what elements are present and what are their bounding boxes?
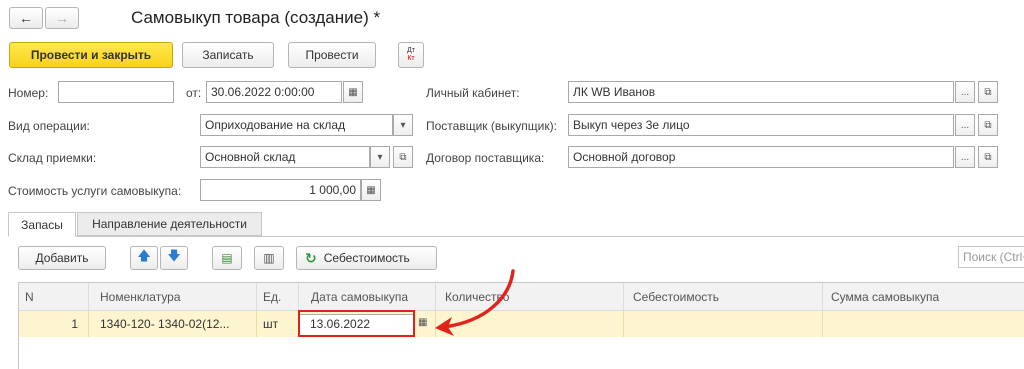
barcode-button[interactable]: ▥ [254,246,284,270]
cost-button[interactable]: ↻ Себестоимость [296,246,437,270]
supplier-open-button[interactable]: ⧉ [978,114,998,136]
operation-dropdown-button[interactable]: ▾ [393,114,413,136]
cell-n: 1 [19,311,89,337]
operation-select[interactable]: Оприходование на склад [200,114,393,136]
cell-sum[interactable] [823,311,1024,337]
cell-cost[interactable] [624,311,823,337]
kt-label: Кт [407,55,415,62]
back-button[interactable]: ← [9,7,43,29]
cabinet-label: Личный кабинет: [426,86,520,100]
post-and-close-button[interactable]: Провести и закрыть [9,42,173,68]
cell-unit[interactable]: шт [257,311,299,337]
forward-button[interactable]: → [45,7,79,29]
supplier-select-button[interactable]: ... [955,114,975,136]
col-header-item[interactable]: Номенклатура [89,283,257,310]
arrow-up-icon: 🡅 [137,248,151,263]
table-fill-icon: ▤ [221,251,233,265]
cost-calculator-button[interactable]: ▦ [361,179,381,201]
annotation-arrow [435,269,515,336]
warehouse-label: Склад приемки: [8,151,97,165]
operation-label: Вид операции: [8,119,90,133]
barcode-icon: ▥ [263,251,275,265]
cost-button-label: Себестоимость [323,251,410,265]
col-header-cost[interactable]: Себестоимость [624,283,823,310]
chevron-down-icon: ▾ [400,119,406,131]
number-label: Номер: [8,86,49,100]
open-icon: ⧉ [984,86,992,98]
calendar-icon[interactable]: ▦ [418,317,427,328]
warehouse-select[interactable]: Основной склад [200,146,370,168]
post-button[interactable]: Провести [288,42,376,68]
calendar-icon: ▦ [348,86,358,98]
open-icon: ⧉ [984,151,992,163]
calculator-icon: ▦ [366,184,376,196]
tab-direction[interactable]: Направление деятельности [77,212,262,236]
warehouse-dropdown-button[interactable]: ▾ [370,146,390,168]
date-label: от: [186,86,202,100]
move-down-button[interactable]: 🡇 [160,246,188,270]
search-input[interactable]: Поиск (Ctrl+F) [958,246,1024,268]
contract-select-button[interactable]: ... [955,146,975,168]
dt-kt-button[interactable]: Дт Кт [398,42,424,68]
col-header-n[interactable]: N [19,283,89,310]
cost-field[interactable]: 1 000,00 [200,179,361,201]
contract-field[interactable]: Основной договор [568,146,954,168]
chevron-down-icon: ▾ [377,151,383,163]
open-icon: ⧉ [984,119,992,131]
warehouse-open-button[interactable]: ⧉ [393,146,413,168]
cell-item[interactable]: 1340-120- 1340-02(12... [89,311,257,337]
col-header-sum[interactable]: Сумма самовыкупа [823,283,1024,310]
arrow-down-icon: 🡇 [167,248,181,263]
contract-label: Договор поставщика: [426,151,545,165]
fill-button[interactable]: ▤ [212,246,242,270]
tab-bar-line [8,236,1024,237]
window-title: Самовыкуп товара (создание) * [131,8,381,27]
tab-zapasy[interactable]: Запасы [8,212,76,237]
supplier-label: Поставщик (выкупщик): [426,119,557,133]
move-up-button[interactable]: 🡅 [130,246,158,270]
date-calendar-button[interactable]: ▦ [343,81,363,103]
annotation-highlight-box [298,310,415,337]
contract-open-button[interactable]: ⧉ [978,146,998,168]
cabinet-field[interactable]: ЛК WB Иванов [568,81,954,103]
supplier-field[interactable]: Выкуп через 3е лицо [568,114,954,136]
save-button[interactable]: Записать [182,42,274,68]
add-button[interactable]: Добавить [18,246,106,270]
dt-label: Дт [407,47,415,54]
cost-label: Стоимость услуги самовыкупа: [8,184,182,198]
open-icon: ⧉ [399,151,407,163]
col-header-unit[interactable]: Ед. [257,283,299,310]
cabinet-open-button[interactable]: ⧉ [978,81,998,103]
col-header-date[interactable]: Дата самовыкупа [299,283,436,310]
cabinet-select-button[interactable]: ... [955,81,975,103]
number-field[interactable] [58,81,174,103]
date-field[interactable]: 30.06.2022 0:00:00 [206,81,342,103]
refresh-icon: ↻ [305,249,317,266]
